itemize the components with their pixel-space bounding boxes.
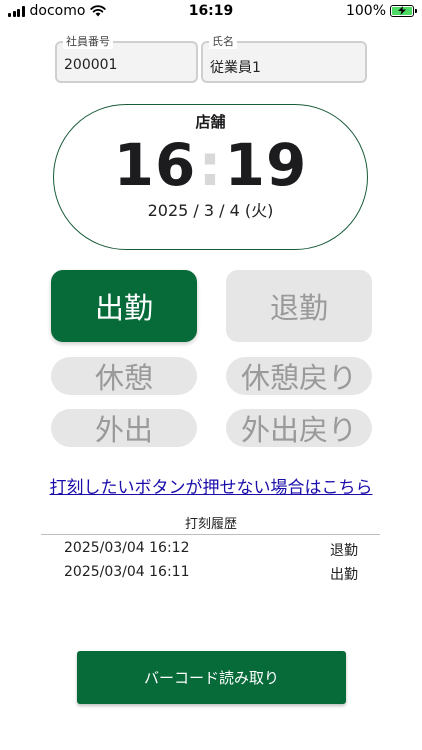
return-button[interactable]: 外出戻り [226, 409, 372, 447]
barcode-scan-button[interactable]: バーコード読み取り [77, 651, 346, 704]
clock-panel: 店舗 16:19 2025 / 3 / 4 (火) [53, 104, 368, 250]
employee-id-label: 社員番号 [63, 35, 113, 49]
break-end-button[interactable]: 休憩戻り [226, 357, 372, 395]
current-date: 2025 / 3 / 4 (火) [147, 201, 274, 220]
time-hours: 16 [113, 131, 197, 199]
battery-percent: 100% [345, 3, 386, 19]
history-row: 2025/03/04 16:11 出勤 [64, 564, 358, 586]
history-row: 2025/03/04 16:12 退勤 [64, 540, 358, 562]
employee-id-field[interactable]: 社員番号 200001 [55, 35, 198, 83]
break-start-button[interactable]: 休憩 [51, 357, 197, 395]
time-separator: : [198, 131, 223, 199]
history-timestamp: 2025/03/04 16:12 [64, 540, 190, 556]
history-timestamp: 2025/03/04 16:11 [64, 564, 190, 580]
app-screen: docomo 16:19 100% 社員番号 200001 氏名 従業員1 店舗… [0, 0, 422, 750]
history-type: 出勤 [330, 567, 358, 583]
employee-name-value: 従業員1 [210, 60, 261, 76]
clock-out-button[interactable]: 退勤 [226, 270, 372, 342]
status-bar: docomo 16:19 100% [0, 0, 422, 24]
history-title: 打刻履歴 [184, 517, 237, 532]
history-divider [41, 534, 380, 535]
time-minutes: 19 [224, 131, 308, 199]
current-time: 16:19 [54, 131, 367, 199]
battery-charging-icon [390, 5, 417, 17]
store-name: 店舗 [195, 113, 226, 131]
employee-id-value: 200001 [64, 57, 118, 73]
history-type: 退勤 [330, 543, 358, 559]
employee-name-field[interactable]: 氏名 従業員1 [201, 35, 367, 83]
employee-name-label: 氏名 [209, 35, 237, 49]
status-right: 100% [345, 3, 417, 19]
clock-in-button[interactable]: 出勤 [51, 270, 197, 342]
help-link[interactable]: 打刻したいボタンが押せない場合はこちら [0, 473, 422, 498]
go-out-button[interactable]: 外出 [51, 409, 197, 447]
